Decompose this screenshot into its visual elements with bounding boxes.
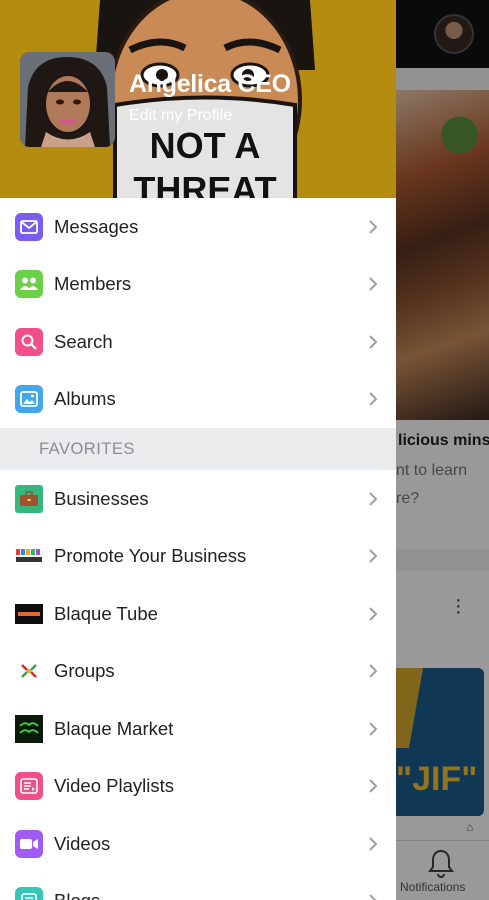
menu-item-video-playlists[interactable]: Video Playlists — [0, 758, 396, 816]
menu-item-promote-your-business[interactable]: Promote Your Business — [0, 528, 396, 586]
menu-item-label: Blaque Tube — [54, 602, 158, 624]
drawer-menu: Messages Members Search Albums FAVORITES… — [0, 198, 396, 900]
profile-name[interactable]: Angelica CEO — [129, 70, 291, 99]
chevron-right-icon — [369, 549, 378, 563]
menu-item-label: Members — [54, 273, 132, 295]
image-icon — [15, 385, 43, 414]
blaque-market-logo-icon — [15, 714, 43, 743]
menu-item-search[interactable]: Search — [0, 313, 396, 371]
people-icon — [15, 270, 43, 299]
profile-photo[interactable] — [20, 52, 115, 147]
envelope-icon — [15, 212, 43, 241]
menu-item-label: Businesses — [54, 487, 149, 509]
menu-item-businesses[interactable]: Businesses — [0, 470, 396, 528]
chevron-right-icon — [369, 779, 378, 793]
chevron-right-icon — [369, 277, 378, 291]
edit-profile-link[interactable]: Edit my Profile — [129, 107, 232, 125]
menu-item-label: Search — [54, 330, 113, 352]
menu-item-members[interactable]: Members — [0, 256, 396, 314]
menu-item-groups[interactable]: Groups — [0, 643, 396, 701]
menu-item-videos[interactable]: Videos — [0, 815, 396, 873]
menu-item-label: Promote Your Business — [54, 545, 247, 567]
menu-item-blaque-tube[interactable]: Blaque Tube — [0, 585, 396, 643]
playlist-icon — [15, 772, 43, 801]
chevron-right-icon — [369, 392, 378, 406]
menu-item-label: Blaque Market — [54, 717, 174, 739]
header-cover-art: NOT A THREAT — [95, 0, 315, 198]
favorites-section-heading: FAVORITES — [0, 428, 396, 470]
chevron-right-icon — [369, 220, 378, 234]
profile-header[interactable]: NOT A THREAT Angelica CEO Edit my Profil… — [0, 0, 396, 198]
profile-photo-image — [20, 52, 115, 147]
menu-item-label: Videos — [54, 832, 111, 854]
blog-icon — [15, 887, 43, 900]
chevron-right-icon — [369, 894, 377, 900]
menu-item-label: Video Playlists — [54, 775, 174, 797]
mask-text-line1: NOT A — [150, 125, 261, 166]
video-camera-icon — [15, 829, 43, 858]
search-icon — [15, 327, 43, 356]
menu-item-label: Blogs — [54, 890, 100, 900]
menu-item-blogs[interactable]: Blogs — [0, 873, 396, 900]
promote-logo-icon — [15, 542, 43, 571]
blaque-tube-logo-icon — [15, 603, 43, 624]
menu-item-label: Messages — [54, 215, 139, 237]
briefcase-icon — [15, 484, 43, 513]
menu-item-albums[interactable]: Albums — [0, 371, 396, 429]
chevron-right-icon — [369, 722, 378, 736]
groups-logo-icon — [15, 657, 43, 686]
navigation-drawer: NOT A THREAT Angelica CEO Edit my Profil… — [0, 0, 396, 900]
menu-item-label: Groups — [54, 660, 115, 682]
menu-item-messages[interactable]: Messages — [0, 198, 396, 256]
chevron-right-icon — [369, 664, 378, 678]
chevron-right-icon — [369, 607, 378, 621]
chevron-right-icon — [369, 492, 378, 506]
menu-item-blaque-market[interactable]: Blaque Market — [0, 700, 396, 758]
chevron-right-icon — [369, 837, 378, 851]
mask-text-line2: THREAT — [133, 169, 276, 198]
menu-item-label: Albums — [54, 388, 116, 410]
chevron-right-icon — [369, 335, 378, 349]
